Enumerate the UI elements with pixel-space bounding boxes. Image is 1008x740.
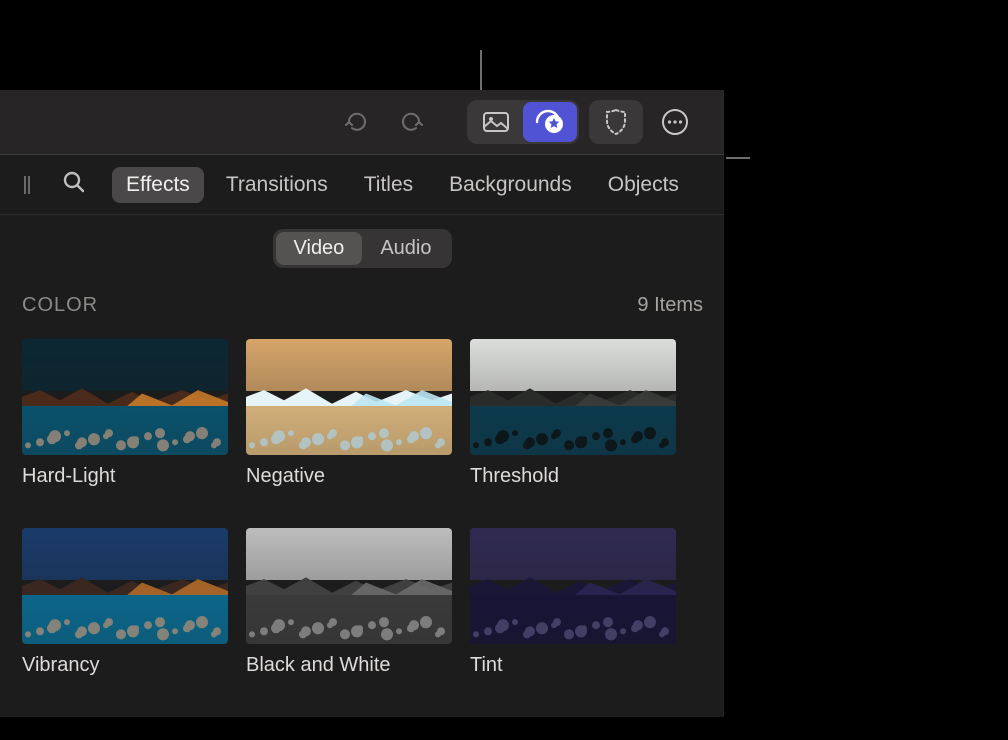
top-toolbar [0,90,725,154]
more-circle-icon [661,108,689,136]
effect-card[interactable]: Negative [246,339,452,488]
more-button[interactable] [653,100,697,144]
effect-thumbnail [470,528,676,644]
section-item-count: 9 Items [637,294,703,317]
mask-button-wrap [589,100,643,144]
effects-content: COLOR 9 Items Hard-Light Negative Threshol… [0,286,725,717]
subtab-video[interactable]: Video [276,232,363,265]
category-tab-objects[interactable]: Objects [594,167,693,203]
category-tab-backgrounds[interactable]: Backgrounds [435,167,586,203]
undo-button[interactable] [335,100,379,144]
video-audio-segment: VideoAudio [273,229,453,268]
category-tab-effects[interactable]: Effects [112,167,204,203]
browser-mode-segment [467,100,579,144]
media-browser-button[interactable] [469,102,523,142]
effects-browser-button[interactable] [523,102,577,142]
mask-button[interactable] [591,102,641,142]
effect-card[interactable]: Black and White [246,528,452,677]
sub-tab-bar: VideoAudio [0,215,725,286]
redo-button[interactable] [389,100,433,144]
effect-label: Black and White [246,654,452,677]
section-title: COLOR [22,294,98,317]
category-tab-transitions[interactable]: Transitions [212,167,342,203]
category-tab-titles[interactable]: Titles [350,167,427,203]
effects-grid: Hard-Light Negative Threshold Vibrancy Black… [22,339,703,677]
effect-thumbnail [246,528,452,644]
browser-panel: EffectsTransitionsTitlesBackgroundsObjec… [0,90,725,717]
image-icon [482,110,510,134]
effect-thumbnail [246,339,452,455]
effect-card[interactable]: Vibrancy [22,528,228,677]
effect-label: Tint [470,654,676,677]
shield-dotted-icon [603,108,629,136]
effect-label: Vibrancy [22,654,228,677]
effect-label: Hard-Light [22,465,228,488]
effects-star-icon [535,109,565,135]
effect-card[interactable]: Tint [470,528,676,677]
effect-card[interactable]: Threshold [470,339,676,488]
effect-thumbnail [22,528,228,644]
effect-label: Negative [246,465,452,488]
panel-right-edge [724,90,726,717]
search-icon [62,170,86,194]
subtab-audio[interactable]: Audio [362,232,449,265]
effect-thumbnail [470,339,676,455]
category-tab-bar: EffectsTransitionsTitlesBackgroundsObjec… [0,154,725,214]
effect-thumbnail [22,339,228,455]
search-button[interactable] [62,170,86,199]
effect-label: Threshold [470,465,676,488]
effect-card[interactable]: Hard-Light [22,339,228,488]
panel-drag-handle-icon[interactable] [22,173,36,197]
